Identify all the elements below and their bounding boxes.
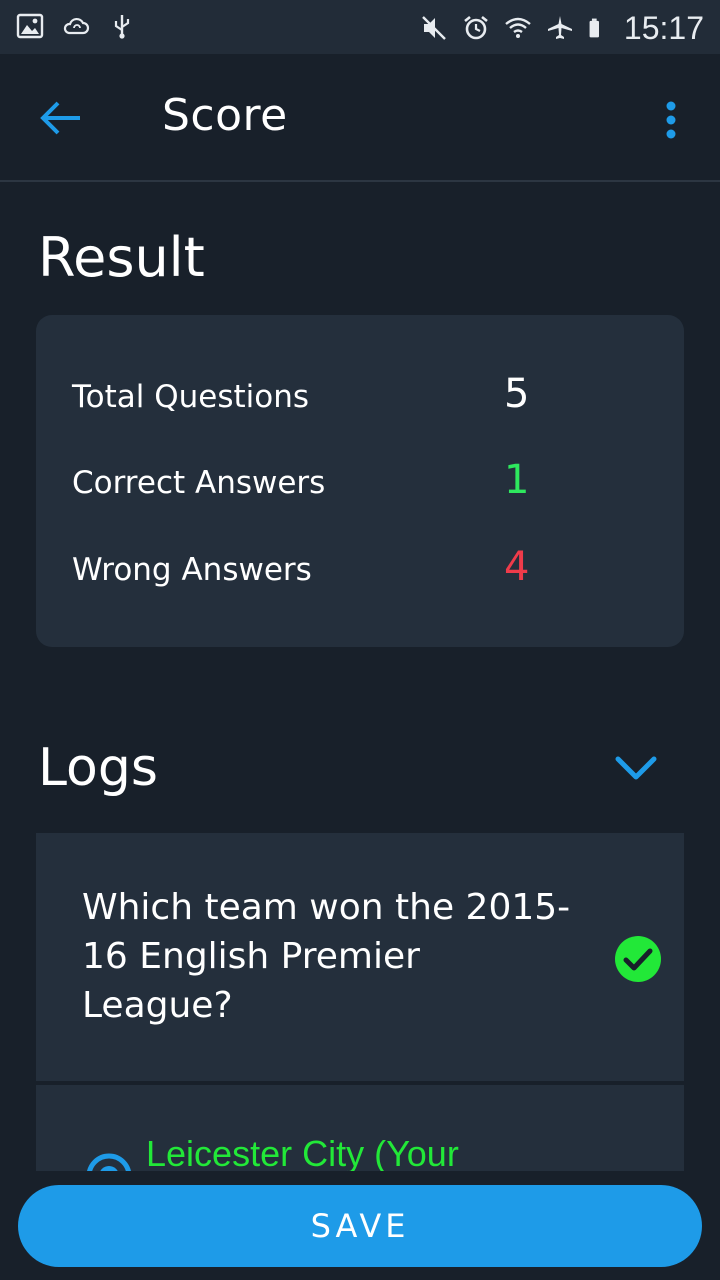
status-bar: 15:17 xyxy=(0,0,720,54)
more-vert-icon[interactable] xyxy=(656,98,686,146)
cloud-sync-icon xyxy=(63,17,90,35)
log-question-card[interactable]: Which team won the 2015-16 English Premi… xyxy=(36,833,684,1081)
result-heading: Result xyxy=(38,226,205,289)
stat-row-total: Total Questions 5 xyxy=(72,371,652,431)
mute-icon xyxy=(422,16,446,40)
stat-row-correct: Correct Answers 1 xyxy=(72,457,652,517)
status-left-icons xyxy=(16,12,136,40)
airplane-icon xyxy=(547,16,572,39)
page-title: Score xyxy=(162,90,288,141)
stat-label: Wrong Answers xyxy=(72,552,312,588)
save-button[interactable]: SAVE xyxy=(18,1185,702,1267)
app-bar: Score xyxy=(0,54,720,182)
stat-value-correct: 1 xyxy=(504,457,530,503)
battery-icon xyxy=(589,18,599,38)
chevron-down-icon[interactable] xyxy=(612,752,660,784)
arrow-left-icon[interactable] xyxy=(36,96,86,140)
check-circle-icon xyxy=(615,936,661,982)
stat-row-wrong: Wrong Answers 4 xyxy=(72,544,652,604)
answer-text: Leicester City (Your xyxy=(146,1133,459,1171)
stat-value-total: 5 xyxy=(504,371,530,417)
stat-value-wrong: 4 xyxy=(504,544,530,590)
image-icon xyxy=(16,13,44,39)
alarm-icon xyxy=(464,15,488,40)
status-time: 15:17 xyxy=(623,10,704,46)
wifi-icon xyxy=(505,17,531,38)
stat-label: Correct Answers xyxy=(72,465,326,501)
stat-label: Total Questions xyxy=(72,379,310,415)
radio-selected-icon[interactable] xyxy=(86,1153,132,1171)
logs-heading: Logs xyxy=(38,738,158,798)
log-answer-card: Leicester City (Your xyxy=(36,1085,684,1171)
status-right-icons: 15:17 xyxy=(420,8,704,48)
result-card: Total Questions 5 Correct Answers 1 Wron… xyxy=(36,315,684,647)
usb-icon xyxy=(114,15,130,39)
log-question-text: Which team won the 2015-16 English Premi… xyxy=(82,887,571,1026)
